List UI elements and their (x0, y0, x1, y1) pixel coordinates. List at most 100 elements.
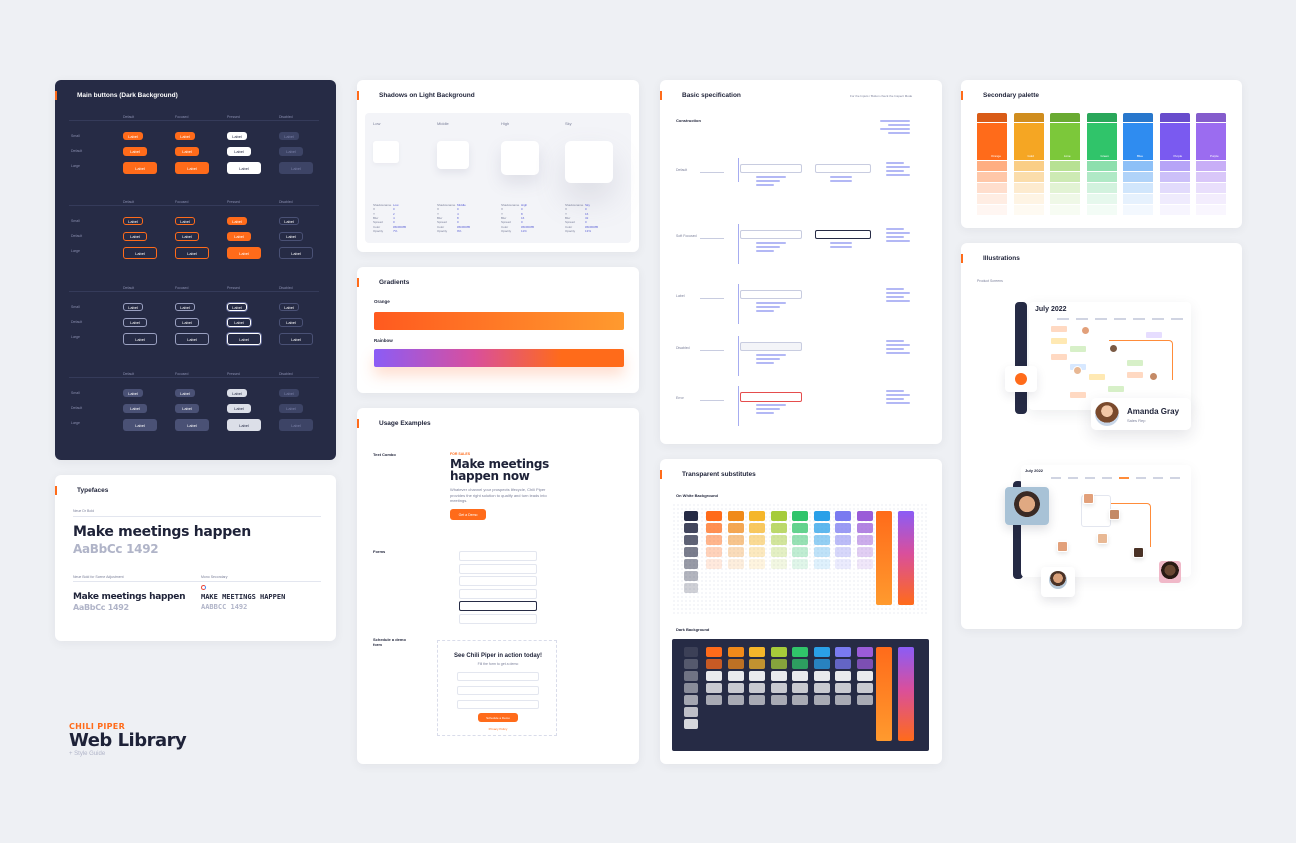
shadow-meta-key: Opacity (437, 228, 448, 233)
column-header: Pressed (227, 372, 240, 376)
label-button[interactable]: Label (279, 147, 303, 156)
label-button[interactable]: Label (227, 303, 247, 311)
spec-input[interactable] (740, 392, 802, 402)
shadow-meta-key: Opacity (501, 228, 512, 233)
spec-input[interactable] (740, 342, 802, 351)
color-swatch (813, 523, 830, 533)
label-button[interactable]: Label (227, 217, 247, 225)
spec-annotation (888, 124, 910, 126)
label-button[interactable]: Label (279, 132, 299, 140)
schedule-field-1[interactable] (457, 672, 539, 681)
palette-tint (1050, 194, 1080, 204)
color-swatch (835, 647, 851, 657)
privacy-link[interactable]: Privacy Policy (438, 727, 558, 731)
label-button[interactable]: Label (123, 217, 143, 225)
shadow-meta-key: Shadowname (565, 203, 584, 207)
usage-title: Usage Examples (357, 419, 431, 428)
schedule-demo-button[interactable]: Schedule a Demo (478, 713, 518, 722)
navy-swatch (684, 707, 698, 717)
label-button[interactable]: Label (123, 389, 143, 397)
label-button[interactable]: Label (279, 333, 313, 345)
form-input[interactable] (459, 551, 537, 561)
calendar-day-header (1133, 318, 1145, 320)
form-input[interactable] (459, 563, 537, 574)
label-button[interactable]: Label (227, 147, 251, 156)
schedule-form: See Chili Piper in action today! Fill th… (437, 640, 557, 736)
row-label: Default (71, 406, 83, 410)
navy-swatch (684, 583, 698, 593)
label-button[interactable]: Label (123, 404, 147, 413)
label-button[interactable]: Label (123, 232, 147, 241)
form-input[interactable] (459, 601, 537, 611)
label-button[interactable]: Label (227, 419, 261, 431)
label-button[interactable]: Label (227, 333, 261, 345)
label-button[interactable]: Label (175, 232, 199, 241)
label-button[interactable]: Label (279, 247, 313, 259)
label-button[interactable]: Label (279, 389, 299, 397)
label-button[interactable]: Label (227, 404, 251, 413)
label-button[interactable]: Label (279, 232, 303, 241)
label-button[interactable]: Label (175, 247, 209, 259)
form-input[interactable] (459, 588, 537, 599)
label-button[interactable]: Label (123, 147, 147, 156)
color-swatch (792, 511, 808, 521)
label-button[interactable]: Label (123, 247, 157, 259)
form-input[interactable] (459, 576, 537, 586)
calendar-day-header (1114, 318, 1126, 320)
label-button[interactable]: Label (123, 419, 157, 431)
label-button[interactable]: Label (175, 333, 209, 345)
label-button[interactable]: Label (123, 333, 157, 345)
color-swatch (856, 559, 873, 569)
calendar-sidebar (1015, 302, 1027, 414)
schedule-field-2[interactable] (457, 686, 539, 695)
label-button[interactable]: Label (123, 318, 147, 327)
label-button[interactable]: Label (123, 132, 143, 140)
label-button[interactable]: Label (175, 389, 195, 397)
label-button[interactable]: Label (227, 318, 251, 327)
label-button[interactable]: Label (279, 217, 299, 225)
spec-input-alt[interactable] (815, 230, 871, 239)
label-button[interactable]: Label (279, 404, 303, 413)
spec-input[interactable] (740, 164, 802, 173)
label-button[interactable]: Label (279, 162, 313, 174)
label-button[interactable]: Label (175, 404, 199, 413)
label-button[interactable]: Label (227, 247, 261, 259)
label-button[interactable]: Label (227, 232, 251, 241)
label-button[interactable]: Label (175, 303, 195, 311)
color-swatch (792, 683, 808, 693)
label-button[interactable]: Label (227, 132, 247, 140)
label-button[interactable]: Label (175, 147, 199, 156)
schedule-field-3[interactable] (457, 700, 539, 709)
label-button[interactable]: Label (175, 132, 195, 140)
spec-input[interactable] (740, 230, 802, 239)
get-demo-button[interactable]: Get a Demo (450, 509, 486, 520)
schedule-title: See Chili Piper in action today! (453, 653, 543, 659)
label-button[interactable]: Label (279, 318, 303, 327)
label-button[interactable]: Label (123, 162, 157, 174)
spec-annotation (886, 402, 910, 404)
label-button[interactable]: Label (175, 419, 209, 431)
label-button[interactable]: Label (227, 162, 261, 174)
shadow-meta-key: Shadowname (501, 203, 520, 207)
color-swatch (813, 511, 830, 521)
label-button[interactable]: Label (175, 217, 195, 225)
form-input[interactable] (459, 613, 537, 624)
spec-input-alt[interactable] (815, 164, 871, 173)
palette-tint (1013, 194, 1044, 204)
spec-input[interactable] (740, 290, 802, 299)
color-swatch (749, 559, 765, 569)
label-button[interactable]: Label (175, 162, 209, 174)
palette-tint (1086, 194, 1117, 204)
label-button[interactable]: Label (279, 303, 299, 311)
color-swatch (770, 647, 787, 657)
label-button[interactable]: Label (227, 389, 247, 397)
palette-tint (1196, 172, 1226, 182)
spec-state-label: Disabled (676, 346, 690, 350)
label-button[interactable]: Label (279, 419, 313, 431)
color-swatch (706, 523, 722, 533)
label-button[interactable]: Label (175, 318, 199, 327)
google-icon (201, 585, 206, 590)
label-button[interactable]: Label (123, 303, 143, 311)
calendar-event (1070, 392, 1086, 398)
calendar-month-2: July 2022 (1025, 468, 1044, 473)
